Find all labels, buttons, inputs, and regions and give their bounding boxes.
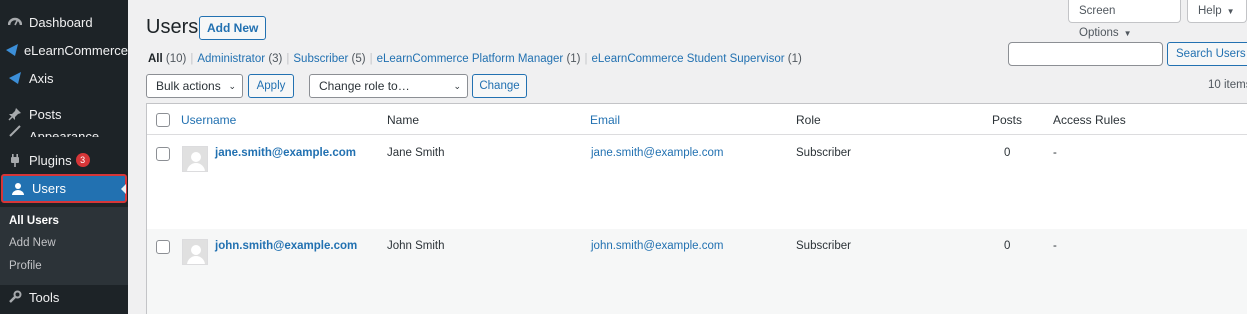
table-row: jane.smith@example.com Jane Smith jane.s… <box>147 136 1247 229</box>
filter-count: (1) <box>566 53 581 65</box>
axis-icon <box>5 68 25 88</box>
sidebar-item-elearncommerce[interactable]: eLearnCommerce <box>0 36 128 64</box>
admin-sidebar: Dashboard eLearnCommerce Axis Posts Appe… <box>0 0 128 314</box>
user-role: Subscriber <box>796 240 851 252</box>
sidebar-item-label: Tools <box>29 289 60 305</box>
column-posts: Posts <box>992 113 1023 127</box>
dashboard-icon <box>5 12 25 32</box>
apply-button[interactable]: Apply <box>248 74 294 98</box>
wrench-icon <box>5 287 25 307</box>
user-name: Jane Smith <box>387 147 445 159</box>
divider: | <box>369 53 373 65</box>
divider: | <box>286 53 290 65</box>
sidebar-item-label: Axis <box>29 70 54 86</box>
caret-down-icon: ▼ <box>1226 7 1235 16</box>
sidebar-item-label: Appearance <box>29 129 100 137</box>
user-posts: 0 <box>1004 147 1011 159</box>
user-access-rules: - <box>1053 147 1057 159</box>
table-header: Username Name Email Role Posts Access Ru… <box>147 104 1247 135</box>
username-link[interactable]: jane.smith@example.com <box>215 147 356 159</box>
chevron-down-icon: ⌄ <box>228 81 236 91</box>
username-link[interactable]: john.smith@example.com <box>215 240 357 252</box>
submenu-add-new[interactable]: Add New <box>9 237 56 249</box>
plugins-update-badge: 3 <box>75 153 90 167</box>
filter-platform-manager[interactable]: eLearnCommerce Platform Manager <box>377 53 564 65</box>
column-username[interactable]: Username <box>181 113 236 127</box>
user-name: John Smith <box>387 240 445 252</box>
current-menu-arrow <box>121 184 126 194</box>
column-name: Name <box>387 113 420 127</box>
user-email-link[interactable]: jane.smith@example.com <box>591 147 723 159</box>
sidebar-item-label: Plugins <box>29 152 72 168</box>
items-count: 10 items <box>1208 79 1247 91</box>
user-posts: 0 <box>1004 240 1011 252</box>
search-users-button[interactable]: Search Users <box>1167 42 1247 66</box>
divider: | <box>190 53 194 65</box>
submenu-all-users[interactable]: All Users <box>9 215 59 227</box>
filter-count: (3) <box>268 53 283 65</box>
filter-student-supervisor[interactable]: eLearnCommerce Student Supervisor <box>592 53 785 65</box>
user-email-link[interactable]: john.smith@example.com <box>591 240 723 252</box>
filter-all[interactable]: All <box>148 53 163 65</box>
page-title: Users <box>146 16 199 38</box>
elearn-icon <box>5 40 20 60</box>
bulk-actions-select[interactable]: Bulk actions ⌄ <box>146 74 243 98</box>
user-role: Subscriber <box>796 147 851 159</box>
row-checkbox[interactable] <box>156 240 170 254</box>
sidebar-item-users[interactable]: Users <box>1 174 127 203</box>
chevron-down-icon: ⌄ <box>453 81 461 91</box>
bulk-actions-value: Bulk actions <box>156 79 221 93</box>
column-email[interactable]: Email <box>590 113 620 127</box>
user-access-rules: - <box>1053 240 1057 252</box>
screen-options-button[interactable]: Screen Options ▼ <box>1068 0 1181 39</box>
filter-subscriber[interactable]: Subscriber <box>293 53 348 65</box>
role-filter-links: All (10) | Administrator (3) | Subscriber (5… <box>148 53 802 65</box>
change-role-select[interactable]: Change role to… ⌄ <box>309 74 468 98</box>
avatar <box>182 239 208 265</box>
sidebar-item-label: eLearnCommerce <box>23 42 128 58</box>
sidebar-item-dashboard[interactable]: Dashboard <box>0 8 128 36</box>
sidebar-item-appearance[interactable]: Appearance <box>0 119 128 137</box>
select-all-checkbox[interactable] <box>156 113 170 127</box>
row-checkbox[interactable] <box>156 147 170 161</box>
filter-count: (10) <box>165 53 187 65</box>
column-role: Role <box>796 113 821 127</box>
submenu-profile[interactable]: Profile <box>9 260 42 272</box>
filter-count: (5) <box>351 53 366 65</box>
divider: | <box>584 53 588 65</box>
search-input[interactable] <box>1008 42 1163 66</box>
sidebar-item-tools[interactable]: Tools <box>0 283 128 311</box>
column-access-rules: Access Rules <box>1053 113 1126 127</box>
users-table: Username Name Email Role Posts Access Ru… <box>146 103 1247 314</box>
brush-icon <box>5 125 25 137</box>
filter-administrator[interactable]: Administrator <box>197 53 265 65</box>
help-button[interactable]: Help ▼ <box>1187 0 1247 23</box>
user-icon <box>8 179 28 199</box>
filter-count: (1) <box>787 53 802 65</box>
add-new-button[interactable]: Add New <box>199 16 267 40</box>
plugin-icon <box>5 150 25 170</box>
avatar <box>182 146 208 172</box>
screen-options-label: Screen Options <box>1079 5 1119 39</box>
table-row: john.smith@example.com John Smith john.s… <box>147 229 1247 314</box>
sidebar-item-label: Users <box>32 181 66 196</box>
users-submenu: All Users Add New Profile <box>0 207 128 285</box>
change-role-value: Change role to… <box>319 79 410 93</box>
help-label: Help <box>1198 5 1222 17</box>
caret-down-icon: ▼ <box>1123 29 1132 38</box>
sidebar-item-plugins[interactable]: Plugins 3 <box>0 146 128 174</box>
change-role-button[interactable]: Change <box>472 74 527 98</box>
sidebar-item-label: Dashboard <box>29 14 93 30</box>
sidebar-item-axis[interactable]: Axis <box>0 64 128 92</box>
